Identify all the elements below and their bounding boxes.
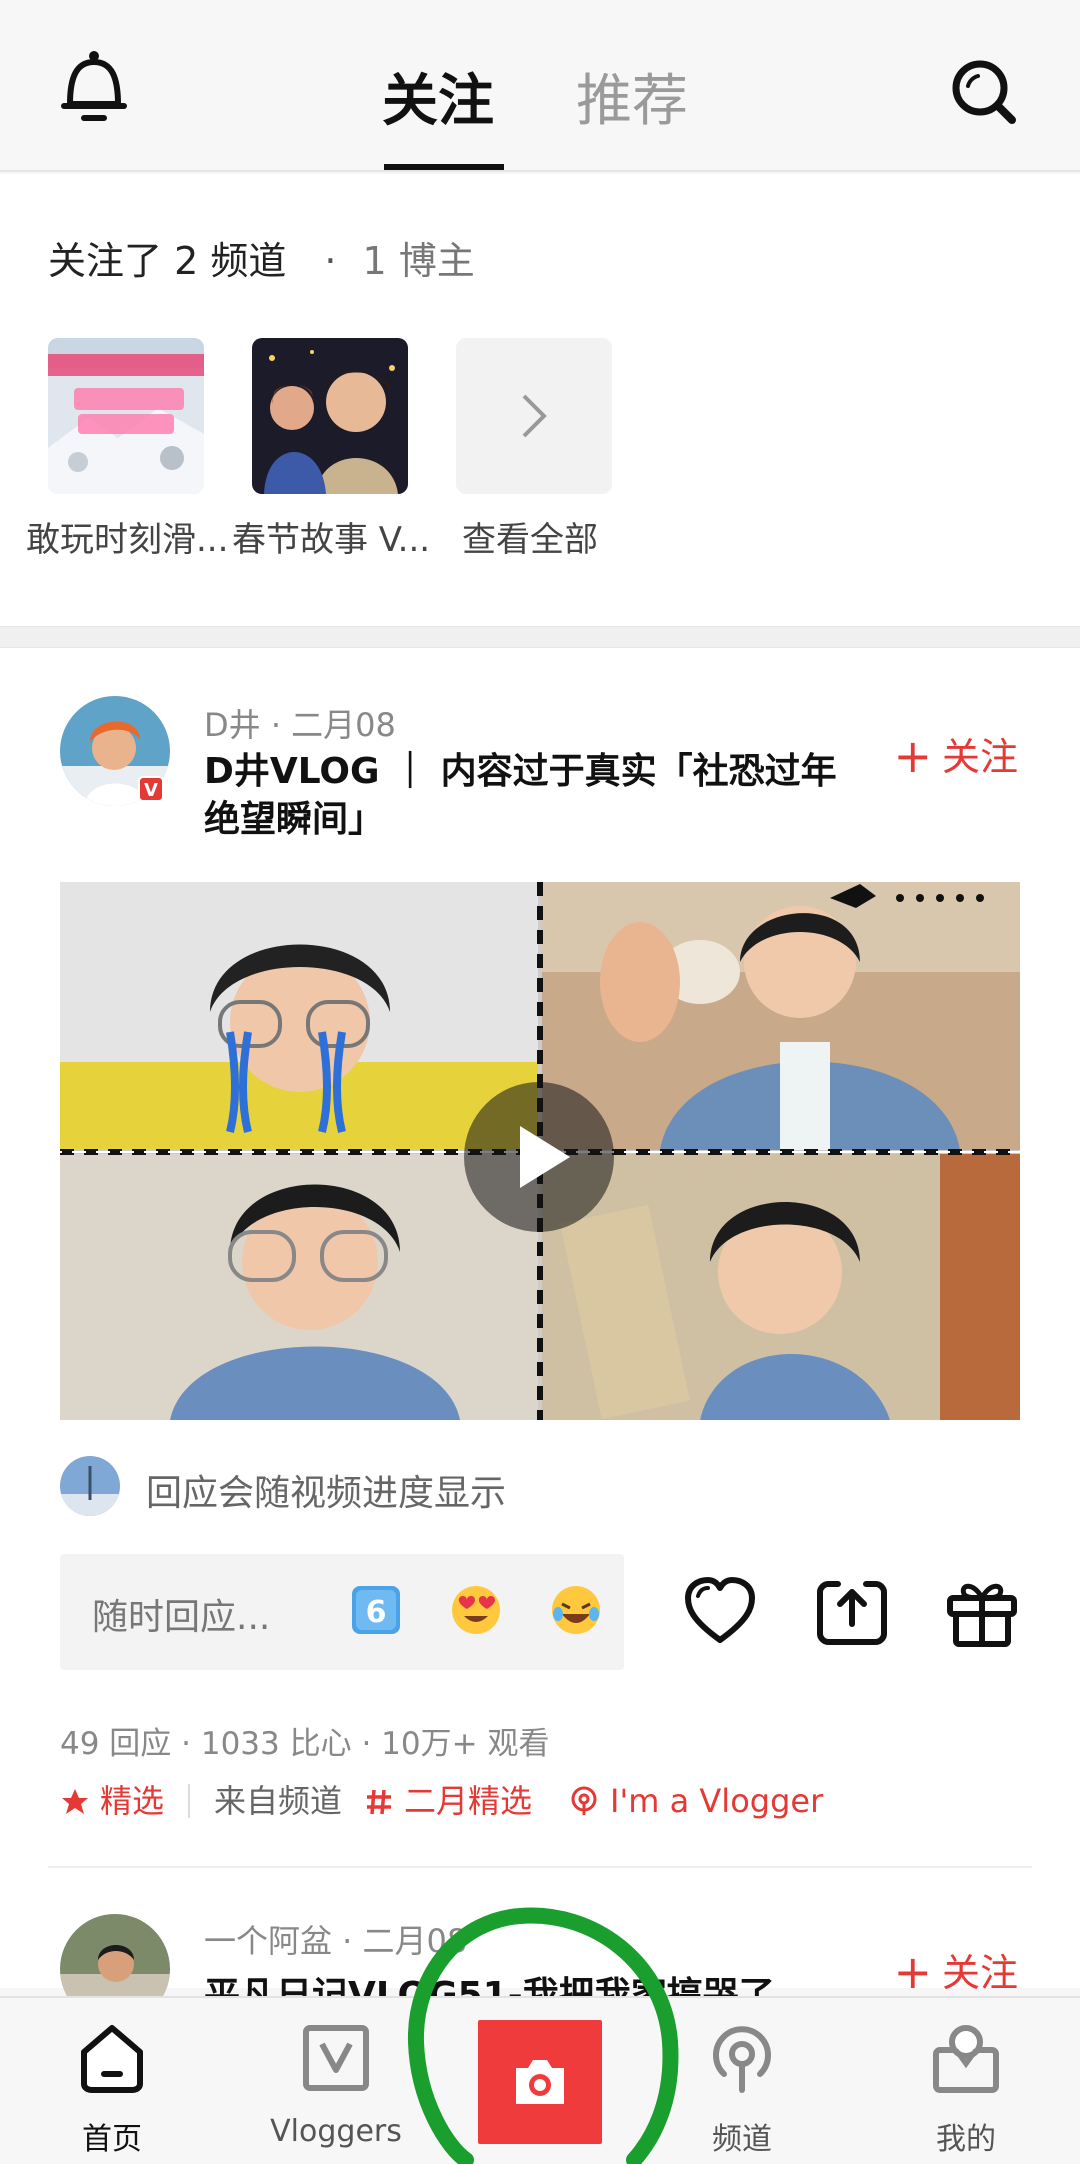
section-divider	[0, 626, 1080, 648]
plus-icon: +	[893, 729, 932, 783]
chevron-right-icon	[522, 394, 547, 438]
channel-thumbnail-2[interactable]	[252, 338, 408, 494]
active-tab-indicator	[384, 164, 504, 170]
post-separator	[48, 1866, 1032, 1868]
star-icon	[62, 1789, 88, 1814]
play-button[interactable]	[464, 1082, 614, 1232]
nav-vloggers-label: Vloggers	[270, 2114, 402, 2149]
follow-label: 关注	[941, 735, 1018, 779]
channel-thumbnail-1[interactable]	[48, 338, 204, 494]
tab-recommend[interactable]: 推荐	[576, 62, 688, 142]
follow-label: 关注	[941, 1951, 1018, 1995]
hashtag-icon	[367, 1789, 392, 1815]
nav-home-label: 首页	[82, 2122, 142, 2157]
laughing-tears-emoji-icon[interactable]	[550, 1584, 602, 1636]
following-section: 关注了 2 频道 · 1 博主 敢玩时刻滑... 春节故事 V... 查看全部	[0, 174, 1080, 626]
tag-divider	[188, 1784, 191, 1818]
video-thumbnail[interactable]	[60, 882, 1020, 1420]
commenter-avatar	[60, 1456, 120, 1516]
search-icon[interactable]	[948, 56, 1020, 128]
broadcast-icon	[571, 1786, 597, 1815]
post-author-date[interactable]: D井 · 二月08	[204, 700, 396, 746]
post-tags: 精选 来自频道 二月精选 I'm a Vlogger	[60, 1776, 823, 1822]
bell-icon[interactable]	[56, 48, 132, 128]
channel-label-1[interactable]: 敢玩时刻滑...	[26, 512, 228, 561]
follow-button[interactable]: + 关注	[893, 726, 1018, 783]
nav-mine[interactable]: 我的	[876, 1998, 1056, 2164]
reply-placeholder: 随时回应...	[92, 1597, 271, 1638]
heart-eyes-emoji-icon[interactable]	[450, 1584, 502, 1636]
reply-progress-hint: 回应会随视频进度显示	[146, 1473, 507, 1514]
channels-icon	[713, 2026, 771, 2093]
gift-icon[interactable]	[944, 1574, 1020, 1650]
channel-tag[interactable]: 二月精选	[364, 1782, 532, 1820]
nav-vloggers[interactable]: Vloggers	[246, 1998, 426, 2164]
channel-tag-label: 二月精选	[404, 1782, 533, 1820]
reply-input[interactable]: 随时回应... 6	[60, 1554, 624, 1670]
nav-home[interactable]: 首页	[22, 1998, 202, 2164]
profile-icon	[933, 2025, 999, 2093]
tab-follow[interactable]: 关注	[382, 62, 494, 142]
svg-text:6: 6	[366, 1595, 387, 1630]
featured-tag[interactable]: 精选	[60, 1782, 164, 1820]
post2-author-date[interactable]: 一个阿盆 · 二月08	[204, 1916, 467, 1962]
feed-post: V D井 · 二月08 D井VLOG ｜ 内容过于真实「社恐过年绝望瞬间」 + 关…	[0, 648, 1080, 2024]
nav-mine-label: 我的	[936, 2122, 996, 2157]
play-icon	[520, 1126, 570, 1188]
view-all-label[interactable]: 查看全部	[462, 512, 598, 561]
from-channel-label: 来自频道	[214, 1782, 343, 1820]
vlogger-tag-label: I'm a Vlogger	[610, 1782, 824, 1820]
following-bloggers-count: 1 博主	[362, 239, 475, 283]
featured-tag-label: 精选	[100, 1782, 165, 1820]
like-heart-icon[interactable]	[682, 1574, 758, 1650]
following-channels-count: 关注了 2 频道	[48, 239, 287, 283]
nav-channels-label: 频道	[712, 2122, 772, 2157]
plus-icon: +	[893, 1945, 932, 1999]
number-six-emoji-icon[interactable]: 6	[350, 1584, 402, 1636]
vloggers-icon	[303, 2025, 369, 2091]
verified-badge: V	[138, 776, 164, 802]
home-icon	[81, 2025, 143, 2093]
following-summary[interactable]: 关注了 2 频道 · 1 博主	[48, 230, 475, 285]
camera-icon	[516, 2060, 564, 2104]
post-title[interactable]: D井VLOG ｜ 内容过于真实「社恐过年绝望瞬间」	[204, 748, 844, 844]
view-all-button[interactable]	[456, 338, 612, 494]
share-icon[interactable]	[814, 1574, 890, 1650]
camera-record-button[interactable]	[478, 2020, 602, 2144]
separator-dot: ·	[324, 239, 337, 283]
channel-label-2[interactable]: 春节故事 V...	[232, 512, 430, 561]
post-stats: 49 回应 · 1033 比心 · 10万+ 观看	[60, 1726, 550, 1762]
post2-follow-button[interactable]: + 关注	[893, 1942, 1018, 1999]
nav-channels[interactable]: 频道	[652, 1998, 832, 2164]
top-bar: 关注 推荐	[0, 0, 1080, 172]
vlogger-tag[interactable]: I'm a Vlogger	[568, 1782, 823, 1820]
bottom-navigation: 首页 Vloggers 频道 我的	[0, 1996, 1080, 2164]
